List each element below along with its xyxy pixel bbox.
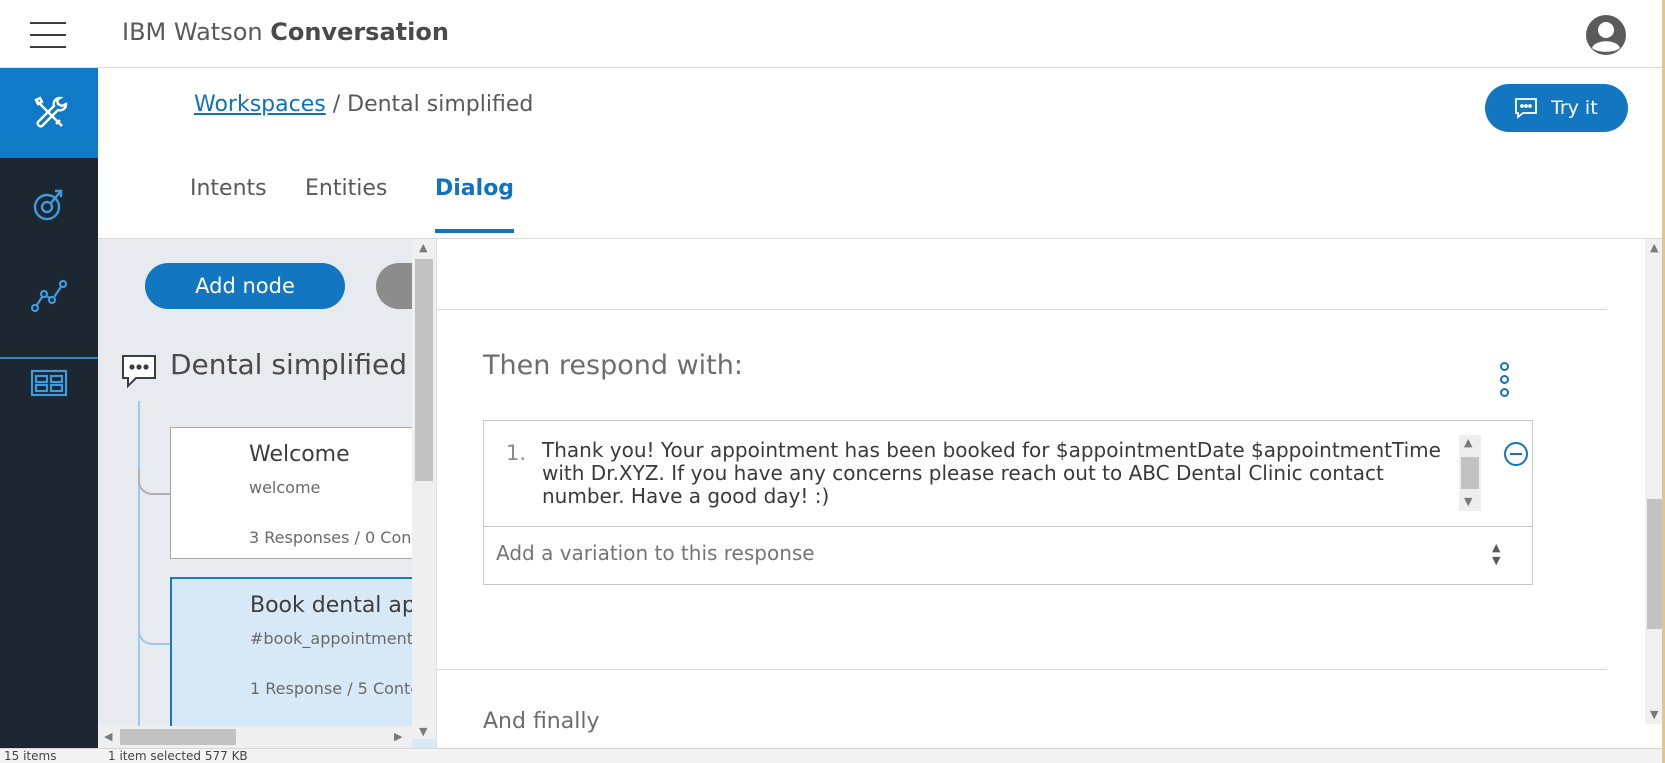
tab-bar: Intents Entities Dialog bbox=[98, 160, 1665, 239]
scroll-down-arrow-icon[interactable]: ▼ bbox=[1464, 495, 1472, 508]
scroll-up-arrow-icon[interactable]: ▲ bbox=[419, 241, 427, 254]
add-node-button[interactable]: Add node bbox=[145, 263, 345, 309]
workspace-title: Dental simplified bbox=[170, 348, 407, 381]
tree-vertical-scrollbar[interactable]: ▲ ▼ bbox=[412, 239, 436, 739]
section-divider bbox=[437, 309, 1607, 310]
node-title: Welcome bbox=[249, 442, 350, 467]
response-scrollbar[interactable]: ▲ ▼ bbox=[1459, 435, 1481, 511]
tree-horizontal-scrollbar[interactable]: ◀ ▶ bbox=[98, 726, 412, 748]
more-options-icon[interactable] bbox=[1500, 362, 1512, 400]
node-condition: #book_appointment bbox=[250, 629, 414, 648]
dialog-tree-panel: Add node Dental simplified Welcome welco… bbox=[98, 239, 446, 763]
node-detail-panel: Then respond with: 1. Thank you! Your ap… bbox=[436, 239, 1646, 763]
scroll-thumb[interactable] bbox=[1461, 457, 1479, 489]
remove-variation-icon[interactable] bbox=[1504, 442, 1528, 466]
app-title: IBM Watson Conversation bbox=[122, 18, 449, 46]
tab-intents[interactable]: Intents bbox=[190, 176, 267, 229]
tools-icon bbox=[34, 96, 68, 128]
app-title-bold: Conversation bbox=[270, 18, 449, 46]
node-title: Book dental app bbox=[250, 593, 430, 618]
node-summary: 3 Responses / 0 Cont bbox=[249, 528, 418, 547]
tree-line bbox=[138, 401, 140, 763]
scroll-down-arrow-icon[interactable]: ▼ bbox=[1650, 708, 1658, 721]
dialog-node-welcome[interactable]: Welcome welcome 3 Responses / 0 Cont bbox=[170, 427, 446, 559]
try-it-button[interactable]: Try it bbox=[1485, 84, 1628, 132]
scroll-thumb[interactable] bbox=[415, 259, 433, 481]
breadcrumb-current: Dental simplified bbox=[347, 92, 534, 117]
scroll-up-arrow-icon[interactable]: ▲ bbox=[1464, 436, 1472, 449]
add-variation-field[interactable]: ▲▼ bbox=[483, 527, 1533, 585]
nav-build[interactable] bbox=[0, 68, 98, 158]
and-finally-heading: And finally bbox=[483, 709, 600, 734]
response-number: 1. bbox=[506, 441, 527, 465]
catalog-icon bbox=[30, 369, 68, 397]
status-selection: 1 item selected 577 KB bbox=[108, 749, 248, 763]
tab-entities[interactable]: Entities bbox=[305, 176, 387, 229]
host-status-bar: 15 items 1 item selected 577 KB bbox=[0, 748, 1665, 763]
improve-icon bbox=[33, 189, 63, 221]
scroll-left-arrow-icon[interactable]: ◀ bbox=[104, 730, 112, 743]
tab-dialog[interactable]: Dialog bbox=[435, 176, 515, 233]
scroll-thumb[interactable] bbox=[120, 729, 236, 745]
section-divider bbox=[437, 669, 1607, 670]
scroll-down-arrow-icon[interactable]: ▼ bbox=[419, 725, 427, 738]
response-variation-box[interactable]: 1. Thank you! Your appointment has been … bbox=[483, 420, 1533, 527]
user-avatar-icon[interactable] bbox=[1585, 14, 1627, 56]
nav-analytics[interactable] bbox=[0, 250, 98, 340]
tree-connector bbox=[138, 469, 170, 495]
chat-bubble-icon bbox=[1515, 98, 1537, 119]
node-summary: 1 Response / 5 Conte bbox=[250, 679, 421, 698]
top-header: IBM Watson Conversation bbox=[0, 0, 1665, 68]
left-nav bbox=[0, 68, 98, 763]
variation-spinner-icon[interactable]: ▲ ▼ bbox=[1492, 541, 1500, 567]
tree-connector bbox=[138, 619, 170, 645]
try-it-label: Try it bbox=[1551, 97, 1598, 119]
node-condition: welcome bbox=[249, 478, 321, 497]
respond-with-heading: Then respond with: bbox=[483, 350, 743, 381]
breadcrumb-separator: / bbox=[332, 92, 341, 117]
hamburger-menu-icon[interactable] bbox=[30, 22, 66, 48]
app-title-light: IBM Watson bbox=[122, 18, 263, 46]
dialog-bubble-icon bbox=[122, 355, 156, 389]
add-variation-input[interactable] bbox=[496, 541, 1476, 565]
breadcrumb-workspaces-link[interactable]: Workspaces bbox=[194, 92, 326, 117]
scroll-right-arrow-icon[interactable]: ▶ bbox=[394, 730, 402, 743]
response-text[interactable]: Thank you! Your appointment has been boo… bbox=[542, 439, 1442, 508]
nav-improve[interactable] bbox=[0, 160, 98, 250]
status-item-count: 15 items bbox=[4, 749, 57, 763]
scroll-thumb[interactable] bbox=[1647, 499, 1663, 629]
analytics-icon bbox=[30, 279, 68, 313]
scroll-up-arrow-icon[interactable]: ▲ bbox=[1650, 241, 1658, 254]
breadcrumb: Workspaces / Dental simplified bbox=[194, 92, 533, 117]
nav-catalog[interactable] bbox=[0, 338, 98, 428]
